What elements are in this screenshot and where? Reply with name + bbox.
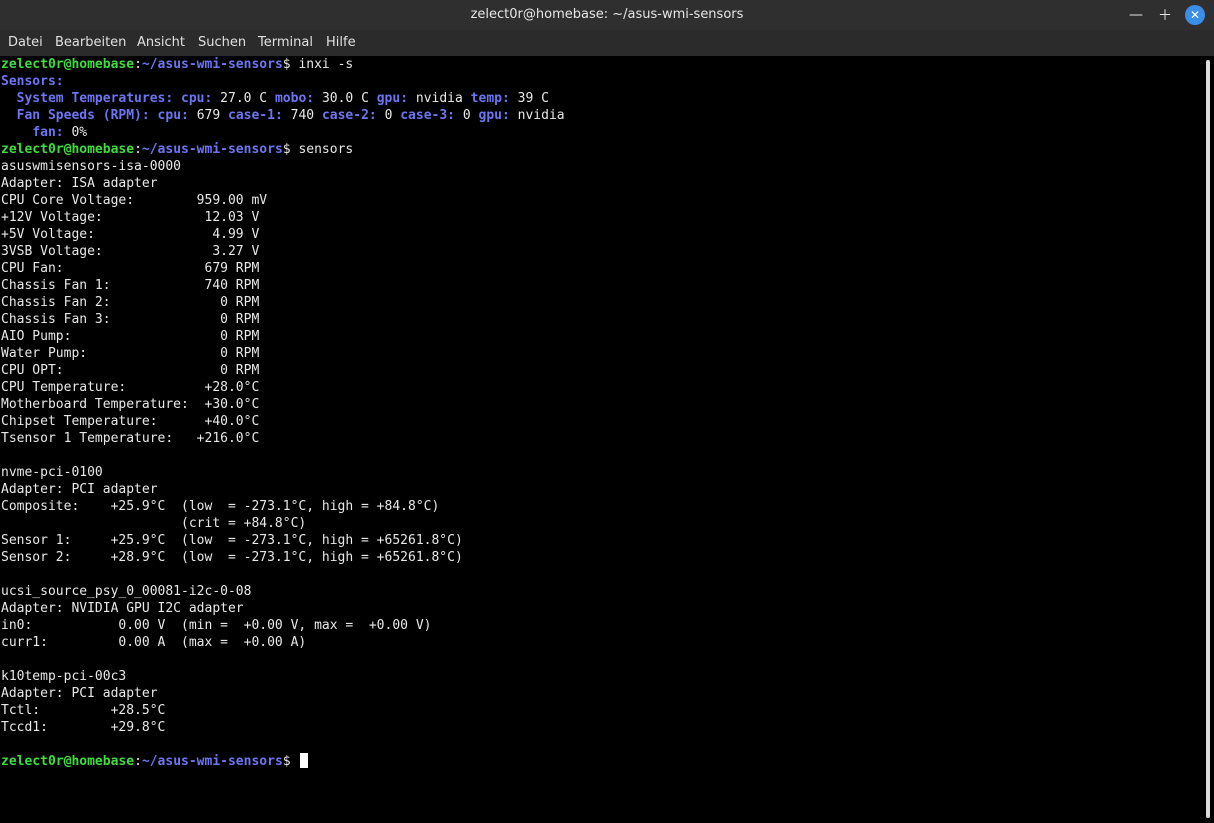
output-line: ucsi_source_psy_0_00081-i2c-0-08 xyxy=(1,584,252,599)
prompt-line: zelect0r@homebase:~/asus-wmi-sensors$ xyxy=(1,753,309,769)
output-line: in0: 0.00 V (min = +0.00 V, max = +0.00 … xyxy=(1,618,432,633)
menu-ansicht[interactable]: Ansicht xyxy=(137,30,185,56)
output-line: k10temp-pci-00c3 xyxy=(1,669,127,684)
output-line: curr1: 0.00 A (max = +0.00 A) xyxy=(1,635,307,650)
output-line: Adapter: PCI adapter xyxy=(1,482,158,497)
command-text: sensors xyxy=(298,142,354,157)
command-text: inxi -s xyxy=(298,57,354,72)
prompt-user: zelect0r@homebase xyxy=(1,142,135,157)
output-line: CPU Core Voltage: 959.00 mV xyxy=(1,193,268,208)
output-line: Sensor 2: +28.9°C (low = -273.1°C, high … xyxy=(1,550,463,565)
sensors-output: asuswmisensors-isa-0000 Adapter: ISA ada… xyxy=(1,159,463,735)
output-line: Tsensor 1 Temperature: +216.0°C xyxy=(1,431,260,446)
menu-suchen[interactable]: Suchen xyxy=(198,30,246,56)
output-line: AIO Pump: 0 RPM xyxy=(1,329,260,344)
menu-terminal[interactable]: Terminal xyxy=(258,30,313,56)
output-line: Chassis Fan 3: 0 RPM xyxy=(1,312,260,327)
prompt-path: ~/asus-wmi-sensors xyxy=(141,754,283,769)
output-line: Composite: +25.9°C (low = -273.1°C, high… xyxy=(1,499,440,514)
title-bar: zelect0r@homebase: ~/asus-wmi-sensors — … xyxy=(0,0,1214,30)
output-line: CPU Temperature: +28.0°C xyxy=(1,380,260,395)
window-title: zelect0r@homebase: ~/asus-wmi-sensors xyxy=(470,7,744,22)
menu-hilfe[interactable]: Hilfe xyxy=(326,30,356,56)
output-line: Adapter: PCI adapter xyxy=(1,686,158,701)
output-line: asuswmisensors-isa-0000 xyxy=(1,159,182,174)
output-line: CPU OPT: 0 RPM xyxy=(1,363,260,378)
maximize-icon[interactable]: ＋ xyxy=(1155,5,1175,25)
output-line: Sensor 1: +25.9°C (low = -273.1°C, high … xyxy=(1,533,463,548)
minimize-icon[interactable]: — xyxy=(1126,5,1146,25)
output-line: Water Pump: 0 RPM xyxy=(1,346,260,361)
output-line: +12V Voltage: 12.03 V xyxy=(1,210,260,225)
output-line: Chassis Fan 2: 0 RPM xyxy=(1,295,260,310)
prompt-user: zelect0r@homebase xyxy=(1,57,135,72)
terminal-output[interactable]: zelect0r@homebase:~/asus-wmi-sensors$ in… xyxy=(0,56,1203,823)
close-icon[interactable]: ✕ xyxy=(1185,5,1205,25)
prompt-line: zelect0r@homebase:~/asus-wmi-sensors$ in… xyxy=(1,57,354,72)
inxi-sensors-header: Sensors: xyxy=(1,74,64,89)
output-line: Adapter: NVIDIA GPU I2C adapter xyxy=(1,601,244,616)
text-cursor xyxy=(300,753,309,768)
output-line: Tctl: +28.5°C xyxy=(1,703,166,718)
scroll-thumb[interactable] xyxy=(1206,60,1210,818)
output-line: Chipset Temperature: +40.0°C xyxy=(1,414,260,429)
output-line: CPU Fan: 679 RPM xyxy=(1,261,260,276)
output-line: +5V Voltage: 4.99 V xyxy=(1,227,260,242)
output-line: 3VSB Voltage: 3.27 V xyxy=(1,244,260,259)
output-line: Motherboard Temperature: +30.0°C xyxy=(1,397,260,412)
menu-datei[interactable]: Datei xyxy=(8,30,43,56)
menu-bearbeiten[interactable]: Bearbeiten xyxy=(55,30,126,56)
prompt-path: ~/asus-wmi-sensors xyxy=(141,57,283,72)
output-line: nvme-pci-0100 xyxy=(1,465,103,480)
prompt-path: ~/asus-wmi-sensors xyxy=(141,142,283,157)
output-line: Tccd1: +29.8°C xyxy=(1,720,166,735)
scrollbar[interactable] xyxy=(1203,56,1214,823)
terminal-text: zelect0r@homebase:~/asus-wmi-sensors$ in… xyxy=(1,57,565,769)
prompt-user: zelect0r@homebase xyxy=(1,754,135,769)
prompt-line: zelect0r@homebase:~/asus-wmi-sensors$ se… xyxy=(1,142,354,157)
output-line: Chassis Fan 1: 740 RPM xyxy=(1,278,260,293)
menu-bar: Datei Bearbeiten Ansicht Suchen Terminal… xyxy=(0,30,1214,56)
output-line: Adapter: ISA adapter xyxy=(1,176,158,191)
output-line: (crit = +84.8°C) xyxy=(1,516,307,531)
